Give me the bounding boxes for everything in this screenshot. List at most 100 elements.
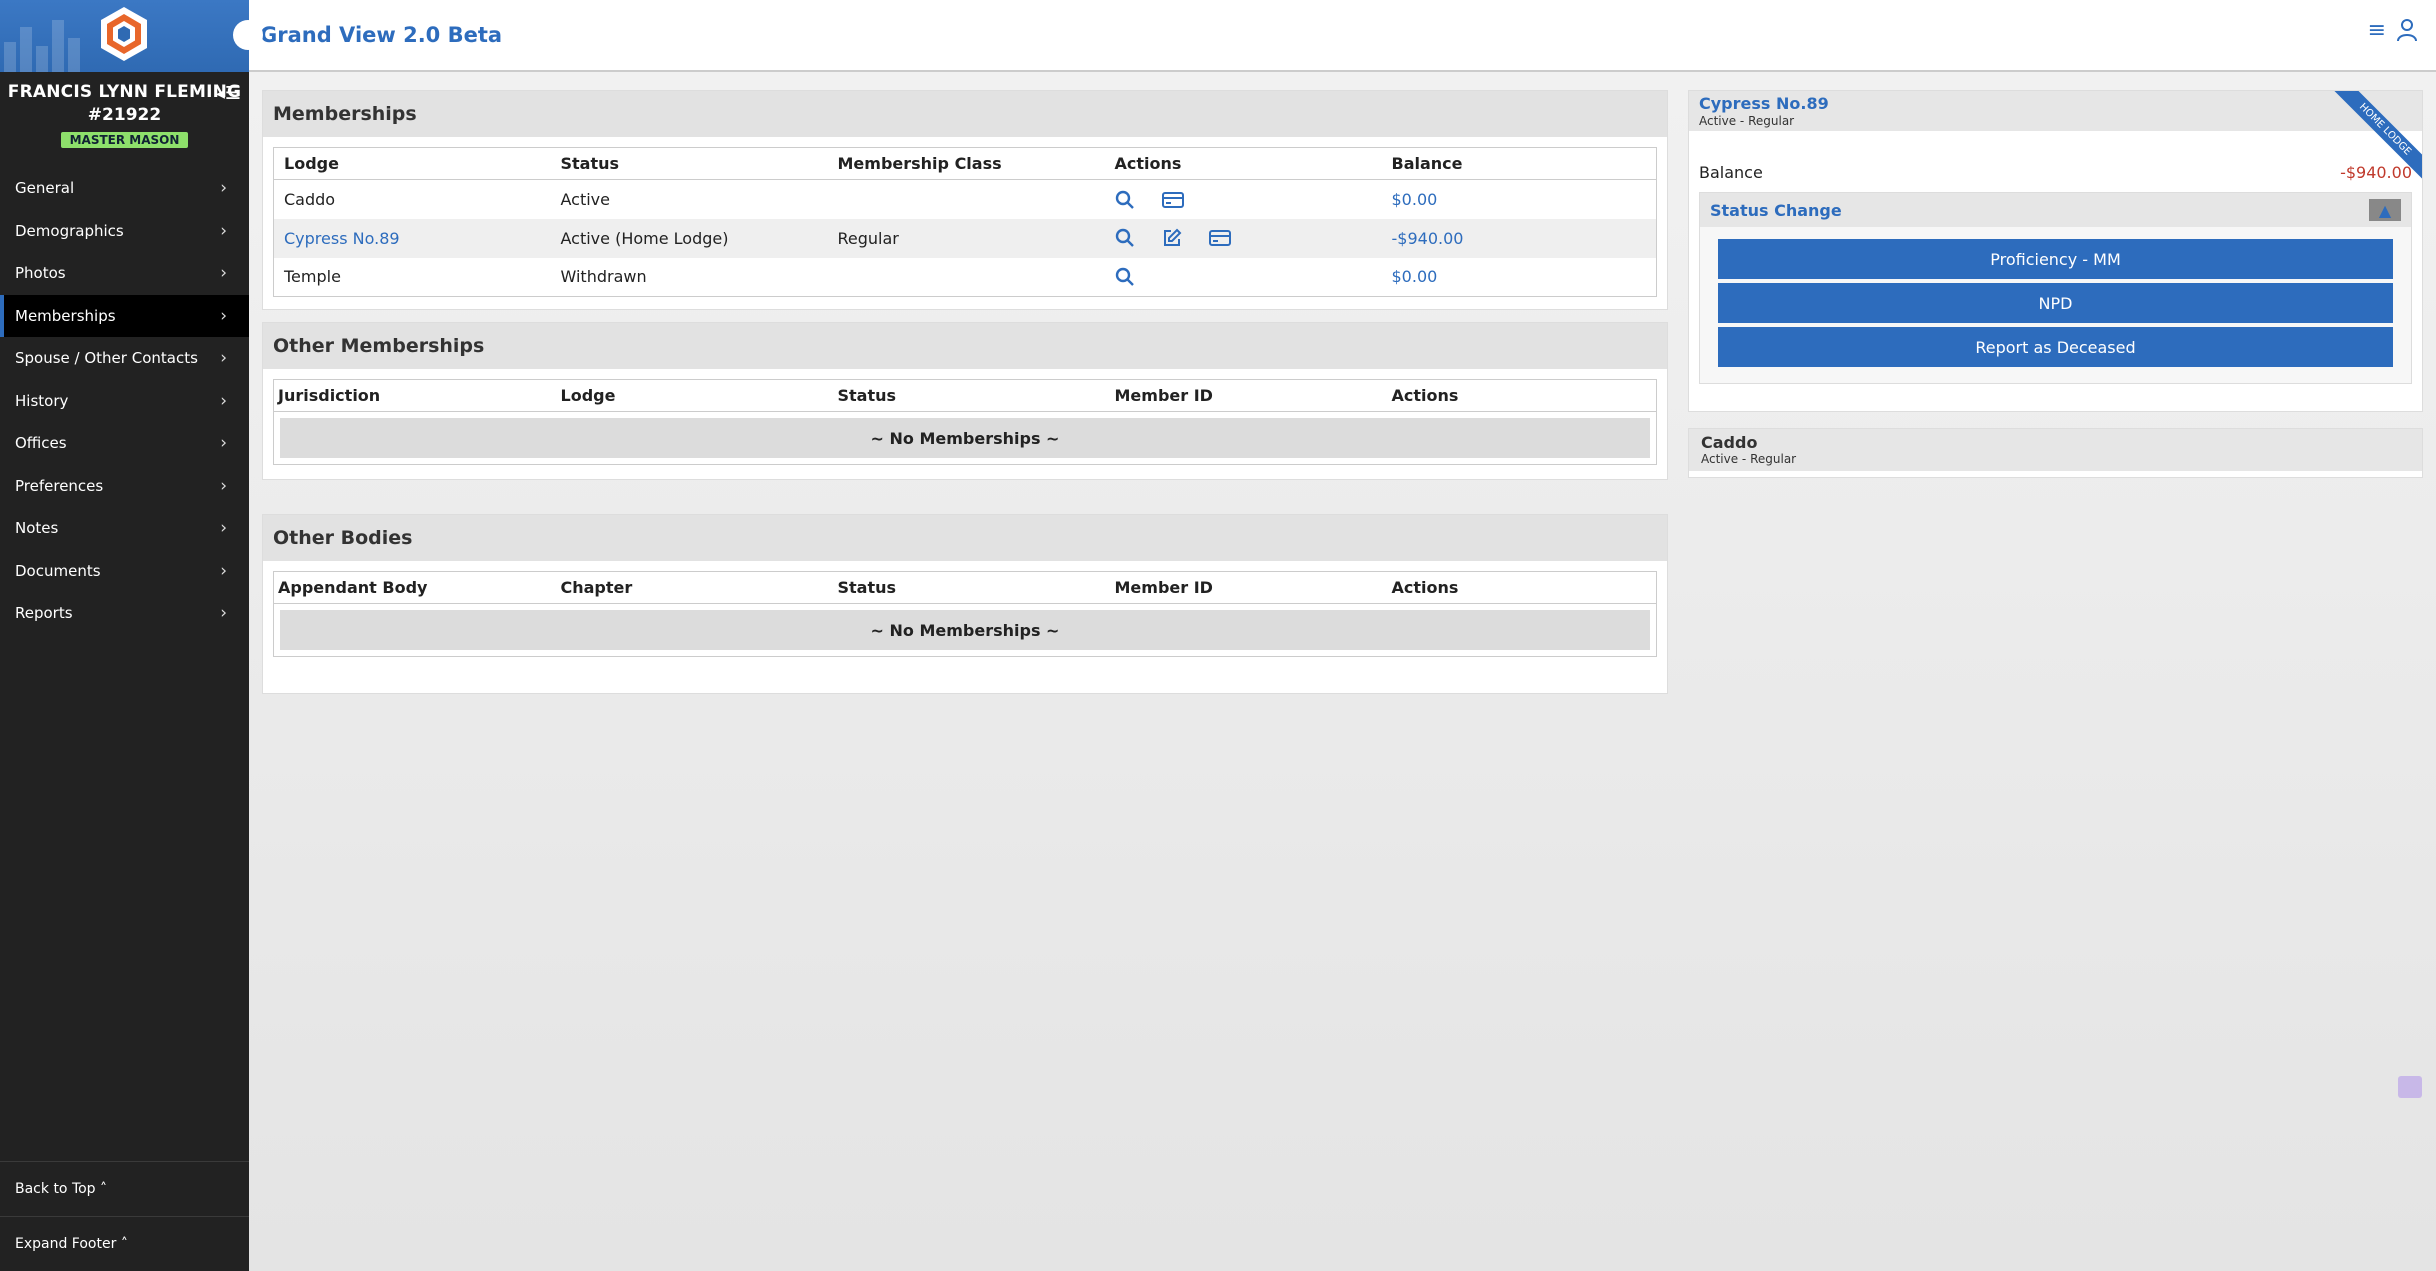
table-header-row: Appendant Body Chapter Status Member ID … [273, 571, 1657, 604]
chevron-up-icon: ˄ [120, 1236, 128, 1252]
sidebar-item-reports[interactable]: Reports › [0, 592, 249, 635]
status-change-section: Status Change ▲ Proficiency - MM NPD Rep… [1699, 192, 2412, 384]
status-change-title: Status Change [1710, 200, 1842, 220]
chevron-right-icon: › [220, 433, 227, 454]
member-number: #21922 [87, 105, 162, 125]
back-to-top-label: Back to Top [15, 1181, 96, 1197]
no-memberships-message: ~ No Memberships ~ [280, 418, 1650, 458]
balance-cell[interactable]: -$940.00 [1381, 218, 1657, 258]
sidebar-item-label: Memberships [15, 306, 116, 325]
column-header: Actions [1381, 379, 1657, 412]
expand-footer-label: Expand Footer [15, 1236, 117, 1252]
column-header: Membership Class [827, 147, 1105, 180]
logo-icon [101, 7, 147, 61]
sidebar-item-documents[interactable]: Documents › [0, 550, 249, 593]
chevron-right-icon: › [220, 178, 227, 199]
column-header: Actions [1104, 147, 1382, 180]
sidebar-nav: General › Demographics › Photos › Membershi… [0, 167, 249, 635]
table-row: Caddo Active $0.00 [274, 180, 1657, 219]
caddo-lodge-card[interactable]: Caddo Active - Regular [1688, 428, 2423, 478]
sidebar-item-label: Documents [15, 561, 101, 580]
sidebar-item-demographics[interactable]: Demographics › [0, 210, 249, 253]
sidebar-item-label: Reports [15, 604, 73, 623]
search-icon[interactable] [1115, 190, 1135, 210]
balance-row: Balance -$940.00 [1689, 163, 2422, 182]
payment-card-icon[interactable] [1208, 229, 1231, 247]
search-icon[interactable] [1115, 228, 1135, 248]
status-cell: Withdrawn [560, 267, 647, 287]
report-deceased-button[interactable]: Report as Deceased [1718, 327, 2393, 367]
back-to-top-link[interactable]: Back to Top ˄ [0, 1161, 249, 1216]
chevron-up-icon: ▲ [2378, 200, 2392, 220]
balance-cell[interactable]: $0.00 [1382, 180, 1657, 219]
memberships-title: Memberships [263, 91, 1667, 137]
sidebar-item-label: Notes [15, 519, 59, 538]
header-icons: ≡ [2368, 18, 2418, 43]
collapse-menu-icon[interactable]: ◂☰ [216, 83, 241, 104]
lodge-cell: Caddo [284, 189, 336, 209]
sidebar-item-label: Photos [15, 264, 66, 283]
actions-cell [1104, 218, 1382, 258]
table-row: Temple Withdrawn $0.00 [274, 258, 1657, 297]
lodge-card-header: Cypress No.89 Active - Regular [1689, 91, 2422, 131]
other-bodies-title: Other Bodies [263, 515, 1667, 561]
collapse-button[interactable]: ▲ [2369, 199, 2401, 221]
chevron-right-icon: › [220, 390, 227, 411]
sidebar-item-notes[interactable]: Notes › [0, 507, 249, 550]
chevron-up-icon: ˄ [100, 1181, 108, 1197]
menu-icon[interactable]: ≡ [2368, 18, 2386, 43]
balance-value: -$940.00 [2340, 163, 2412, 182]
proficiency-mm-button[interactable]: Proficiency - MM [1718, 239, 2393, 279]
class-cell [828, 258, 1105, 297]
lodge-card-name[interactable]: Cypress No.89 [1699, 94, 2412, 113]
empty-cell: ~ No Memberships ~ [274, 604, 1657, 657]
npd-button[interactable]: NPD [1718, 283, 2393, 323]
member-profile: FRANCIS LYNN FLEMING #21922 MASTER MASON… [0, 72, 249, 167]
column-header: Chapter [550, 571, 828, 604]
user-icon[interactable] [2396, 18, 2418, 42]
memberships-panel: Memberships Lodge Status Membership Clas… [262, 90, 1668, 310]
sidebar-item-history[interactable]: History › [0, 380, 249, 423]
lodge-card-name: Caddo [1701, 433, 1758, 452]
table-row: Cypress No.89 Active (Home Lodge) Regula… [273, 218, 1657, 258]
column-header: Member ID [1104, 379, 1382, 412]
column-header: Balance [1381, 147, 1657, 180]
table-header-row: Jurisdiction Lodge Status Member ID Acti… [273, 379, 1657, 412]
chat-widget-icon[interactable] [2398, 1076, 2422, 1098]
chevron-right-icon: › [220, 475, 227, 496]
balance-cell[interactable]: $0.00 [1382, 258, 1657, 297]
lodge-card-subtitle: Active - Regular [1699, 114, 1795, 128]
other-bodies-table: Appendant Body Chapter Status Member ID … [273, 571, 1657, 657]
column-header: Status [550, 147, 828, 180]
sidebar-item-offices[interactable]: Offices › [0, 422, 249, 465]
search-icon[interactable] [1115, 267, 1135, 287]
sidebar-item-photos[interactable]: Photos › [0, 252, 249, 295]
lodge-link[interactable]: Cypress No.89 [273, 218, 551, 258]
table-row: ~ No Memberships ~ [274, 412, 1657, 465]
status-change-buttons: Proficiency - MM NPD Report as Deceased [1700, 227, 2411, 383]
expand-footer-link[interactable]: Expand Footer ˄ [0, 1216, 249, 1271]
chevron-right-icon: › [220, 560, 227, 581]
status-cell: Active [560, 189, 611, 209]
column-header: Jurisdiction [273, 379, 551, 412]
sidebar-item-label: History [15, 391, 69, 410]
sidebar-item-general[interactable]: General › [0, 167, 249, 210]
sidebar-item-label: Preferences [15, 476, 104, 495]
sidebar-item-label: General [15, 179, 75, 198]
no-memberships-message: ~ No Memberships ~ [280, 610, 1650, 650]
sidebar-item-memberships[interactable]: Memberships › [0, 294, 249, 337]
column-header: Appendant Body [273, 571, 551, 604]
edit-icon[interactable] [1162, 228, 1182, 248]
sidebar-item-preferences[interactable]: Preferences › [0, 465, 249, 508]
status-change-header: Status Change ▲ [1700, 193, 2411, 227]
payment-card-icon[interactable] [1161, 191, 1184, 209]
other-memberships-title: Other Memberships [263, 323, 1667, 369]
sidebar-item-spouse-contacts[interactable]: Spouse / Other Contacts › [0, 337, 249, 380]
chevron-right-icon: › [220, 603, 227, 624]
lodge-cell: Temple [284, 267, 341, 287]
sidebar-item-label: Offices [15, 434, 67, 453]
sidebar-item-label: Demographics [15, 221, 124, 240]
balance-label: Balance [1699, 163, 1763, 182]
sidebar-toggle-tab[interactable] [233, 20, 263, 50]
table-row: ~ No Memberships ~ [274, 604, 1657, 657]
